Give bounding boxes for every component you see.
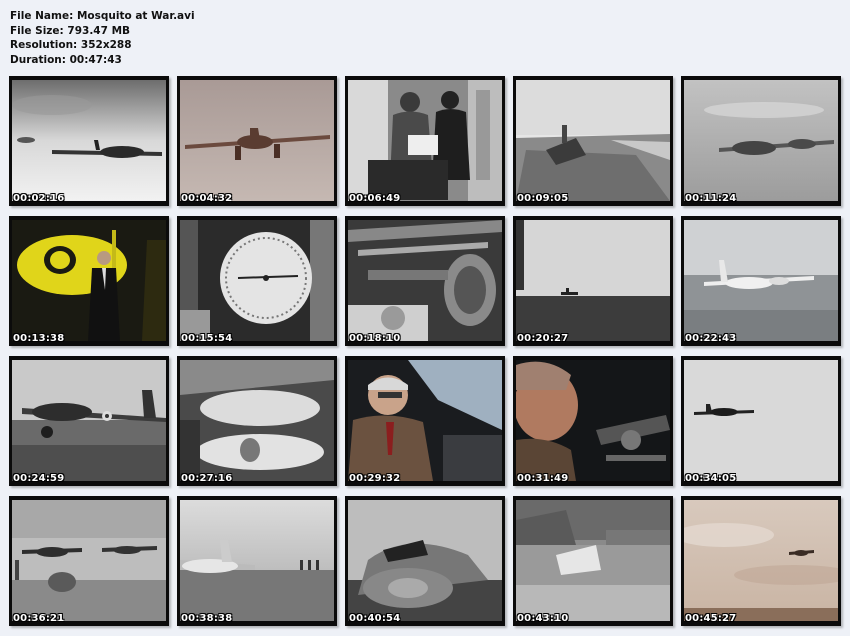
video-thumbnail[interactable]: 00:43:10	[513, 496, 673, 626]
video-thumbnail[interactable]: 00:13:38	[9, 216, 169, 346]
timestamp-label: 00:43:10	[517, 613, 569, 624]
thumbnail-image	[516, 80, 670, 201]
timestamp-label: 00:40:54	[349, 613, 401, 624]
thumbnail-image	[12, 80, 166, 201]
video-thumbnail[interactable]: 00:04:32	[177, 76, 337, 206]
video-thumbnail[interactable]: 00:11:24	[681, 76, 841, 206]
thumbnail-image	[684, 360, 838, 481]
thumbnail-image	[516, 360, 670, 481]
thumbnail-image	[180, 220, 334, 341]
timestamp-label: 00:36:21	[13, 613, 65, 624]
file-size-line: File Size: 793.47 MB	[10, 24, 131, 37]
thumbnail-image	[180, 500, 334, 621]
timestamp-label: 00:11:24	[685, 193, 737, 204]
duration-line: Duration: 00:47:43	[10, 53, 122, 66]
timestamp-label: 00:34:05	[685, 473, 737, 484]
timestamp-label: 00:27:16	[181, 473, 233, 484]
timestamp-label: 00:13:38	[13, 333, 65, 344]
timestamp-label: 00:20:27	[517, 333, 569, 344]
video-thumbnail[interactable]: 00:40:54	[345, 496, 505, 626]
video-thumbnail[interactable]: 00:45:27	[681, 496, 841, 626]
video-thumbnail[interactable]: 00:34:05	[681, 356, 841, 486]
thumbnail-image	[348, 500, 502, 621]
thumbnail-image	[684, 500, 838, 621]
resolution-line: Resolution: 352x288	[10, 39, 132, 51]
thumbnail-image	[516, 500, 670, 621]
timestamp-label: 00:22:43	[685, 333, 737, 344]
timestamp-label: 00:38:38	[181, 613, 233, 624]
video-thumbnail[interactable]: 00:22:43	[681, 216, 841, 346]
timestamp-label: 00:06:49	[349, 193, 401, 204]
thumbnail-image	[348, 360, 502, 481]
timestamp-label: 00:04:32	[181, 193, 233, 204]
video-thumbnail[interactable]: 00:06:49	[345, 76, 505, 206]
video-thumbnail[interactable]: 00:29:32	[345, 356, 505, 486]
thumbnail-image	[348, 80, 502, 201]
file-info: File Name: Mosquito at War.avi File Size…	[10, 9, 195, 67]
video-thumbnail[interactable]: 00:18:10	[345, 216, 505, 346]
thumbnail-image	[684, 80, 838, 201]
timestamp-label: 00:31:49	[517, 473, 569, 484]
video-thumbnail[interactable]: 00:09:05	[513, 76, 673, 206]
thumbnail-image	[684, 220, 838, 341]
thumbnail-image	[516, 220, 670, 341]
timestamp-label: 00:29:32	[349, 473, 401, 484]
video-thumbnail[interactable]: 00:27:16	[177, 356, 337, 486]
timestamp-label: 00:18:10	[349, 333, 401, 344]
thumbnail-image	[180, 80, 334, 201]
video-thumbnail[interactable]: 00:15:54	[177, 216, 337, 346]
thumbnail-image	[12, 220, 166, 341]
thumbnail-image	[12, 360, 166, 481]
timestamp-label: 00:24:59	[13, 473, 65, 484]
video-thumbnail[interactable]: 00:20:27	[513, 216, 673, 346]
thumbnail-image	[12, 500, 166, 621]
video-thumbnail[interactable]: 00:38:38	[177, 496, 337, 626]
timestamp-label: 00:02:16	[13, 193, 65, 204]
thumbnail-image	[348, 220, 502, 341]
thumbnail-grid: 00:02:16 00:04:32 00:06:49 00:09:05 00:1…	[9, 76, 841, 626]
thumbnail-image	[180, 360, 334, 481]
timestamp-label: 00:15:54	[181, 333, 233, 344]
video-thumbnail[interactable]: 00:31:49	[513, 356, 673, 486]
video-thumbnail[interactable]: 00:02:16	[9, 76, 169, 206]
video-thumbnail[interactable]: 00:36:21	[9, 496, 169, 626]
file-name-line: File Name: Mosquito at War.avi	[10, 10, 195, 22]
timestamp-label: 00:09:05	[517, 193, 569, 204]
video-thumbnail[interactable]: 00:24:59	[9, 356, 169, 486]
timestamp-label: 00:45:27	[685, 613, 737, 624]
